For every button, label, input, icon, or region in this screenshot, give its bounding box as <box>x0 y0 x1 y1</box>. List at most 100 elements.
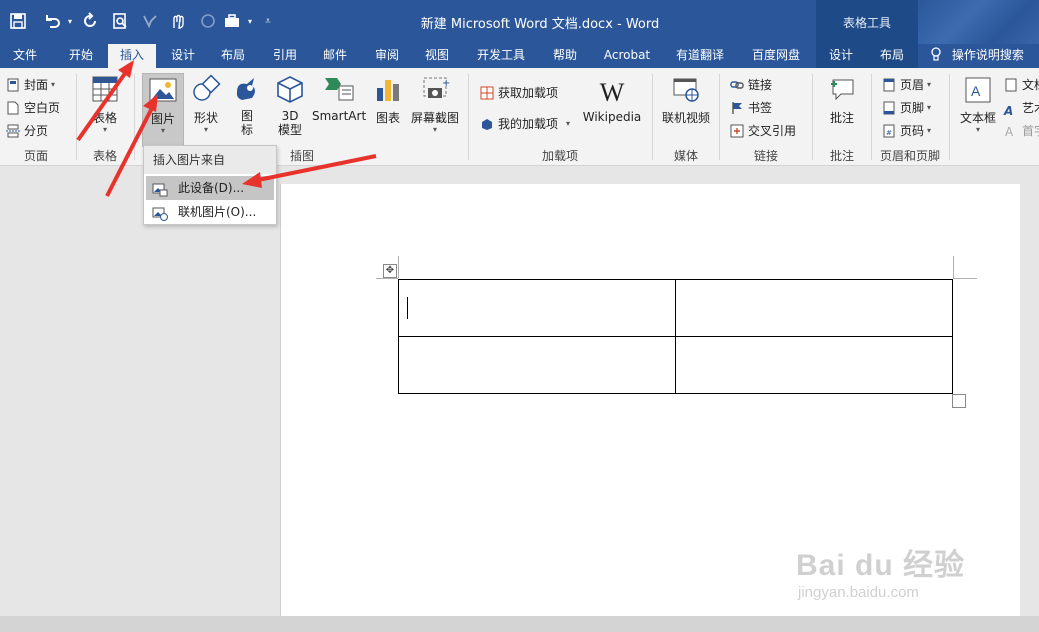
blank-page-icon <box>6 101 20 115</box>
3d-cube-icon <box>270 74 310 107</box>
watermark-brand: Bai du 经验 <box>796 549 966 582</box>
tab-acrobat[interactable]: Acrobat <box>598 44 656 68</box>
circle-shape-icon[interactable] <box>198 12 218 32</box>
smartart-button[interactable]: SmartArt <box>312 74 366 144</box>
table-move-handle-icon[interactable]: ✥ <box>383 264 397 278</box>
briefcase-icon[interactable] <box>222 12 242 32</box>
svg-text:+: + <box>442 78 450 89</box>
page-number-button[interactable]: # 页码 ▾ <box>882 121 931 141</box>
textbox-button[interactable]: A 文本框 ▾ <box>956 76 1000 146</box>
svg-text:A: A <box>1005 125 1014 138</box>
tab-file[interactable]: 文件 <box>0 44 50 68</box>
document-table[interactable] <box>398 279 953 394</box>
dropdown-header: 插入图片来自 <box>144 146 276 174</box>
format-painter-icon[interactable] <box>140 12 160 32</box>
header-button[interactable]: 页眉 ▾ <box>882 75 931 95</box>
margin-corner-mark <box>953 256 954 278</box>
ribbon-tab-row: 文件 开始 插入 设计 布局 引用 邮件 审阅 视图 开发工具 帮助 Acrob… <box>0 44 1039 68</box>
get-addins-button[interactable]: 获取加载项 <box>480 83 558 103</box>
wordart-button[interactable]: A 艺术 <box>1004 98 1039 118</box>
footer-icon <box>882 101 896 115</box>
touch-mode-icon[interactable] <box>168 12 188 32</box>
table-button[interactable]: 表格 ▾ <box>84 74 126 144</box>
group-label-comments: 批注 <box>829 149 854 163</box>
cover-page-button[interactable]: 封面 ▾ <box>6 75 55 95</box>
shapes-icon <box>188 74 224 107</box>
svg-text:A: A <box>971 83 981 99</box>
table-cell[interactable] <box>675 279 953 337</box>
table-row <box>398 279 953 337</box>
my-addins-icon <box>480 117 494 131</box>
3d-models-button[interactable]: 3D 模型 <box>270 74 310 146</box>
table-row <box>398 336 953 394</box>
icons-button[interactable]: 图 标 <box>230 74 264 146</box>
document-background-left <box>0 166 280 616</box>
cross-reference-icon <box>730 124 744 138</box>
margin-corner-mark <box>953 278 977 279</box>
redo-icon[interactable] <box>80 12 100 32</box>
page-number-icon: # <box>882 124 896 138</box>
tab-help[interactable]: 帮助 <box>542 44 588 68</box>
table-tools-label: 表格工具 <box>842 16 891 30</box>
quick-parts-button[interactable]: 文档 <box>1004 75 1039 95</box>
cover-page-icon <box>6 78 20 92</box>
pictures-button[interactable]: 图片 ▾ <box>142 73 184 147</box>
smartart-icon <box>312 74 366 107</box>
status-bar <box>0 616 1039 632</box>
table-cell[interactable] <box>675 336 953 394</box>
drop-cap-icon: A <box>1004 124 1018 139</box>
tab-table-design[interactable]: 设计 <box>816 44 866 68</box>
tab-baidu-netdisk[interactable]: 百度网盘 <box>744 44 808 68</box>
customize-qat-icon[interactable]: ⩡ <box>258 12 278 32</box>
tab-youdao-translate[interactable]: 有道翻译 <box>668 44 732 68</box>
this-device-icon <box>152 181 168 197</box>
print-preview-icon[interactable] <box>110 12 130 32</box>
tab-developer[interactable]: 开发工具 <box>470 44 532 68</box>
save-icon[interactable] <box>8 12 28 32</box>
screenshot-icon: + <box>408 74 462 107</box>
bookmark-button[interactable]: 书签 <box>730 98 772 118</box>
table-cell[interactable] <box>398 279 676 337</box>
tell-me-label: 操作说明搜索 <box>951 48 1024 62</box>
tab-home[interactable]: 开始 <box>56 44 106 68</box>
wikipedia-button[interactable]: W Wikipedia <box>580 78 644 140</box>
page-break-button[interactable]: 分页 <box>6 121 48 141</box>
shapes-button[interactable]: 形状 ▾ <box>188 74 224 144</box>
tab-references[interactable]: 引用 <box>262 44 308 68</box>
footer-button[interactable]: 页脚 ▾ <box>882 98 931 118</box>
tab-table-layout[interactable]: 布局 <box>866 44 918 68</box>
tell-me-search[interactable]: 操作说明搜索 <box>930 44 1024 68</box>
this-device-menu-item[interactable]: 此设备(D)... <box>146 176 274 200</box>
online-video-button[interactable]: 联机视频 <box>658 74 714 144</box>
comment-button[interactable]: 批注 <box>818 74 866 144</box>
online-pictures-icon <box>152 205 168 221</box>
table-cell[interactable] <box>398 336 676 394</box>
blank-page-button[interactable]: 空白页 <box>6 98 60 118</box>
bookmark-icon <box>730 101 744 115</box>
document-background-right <box>1020 166 1039 616</box>
wikipedia-icon: W <box>599 78 625 107</box>
briefcase-dropdown-icon[interactable]: ▾ <box>240 12 260 32</box>
quick-parts-icon <box>1004 78 1018 92</box>
group-label-links: 链接 <box>753 149 778 163</box>
chart-button[interactable]: 图表 <box>370 74 406 144</box>
tab-mailings[interactable]: 邮件 <box>312 44 358 68</box>
undo-icon[interactable] <box>42 12 62 32</box>
undo-dropdown-icon[interactable]: ▾ <box>60 12 80 32</box>
drop-cap-button[interactable]: A 首字 <box>1004 121 1039 141</box>
screenshot-button[interactable]: + 屏幕截图 ▾ <box>408 74 462 146</box>
link-button[interactable]: 链接 <box>730 75 772 95</box>
tab-design[interactable]: 设计 <box>160 44 206 68</box>
online-pictures-menu-item[interactable]: 联机图片(O)... <box>146 200 274 224</box>
watermark-url: jingyan.baidu.com <box>798 584 919 601</box>
tab-layout[interactable]: 布局 <box>210 44 256 68</box>
tab-view[interactable]: 视图 <box>414 44 460 68</box>
tab-insert[interactable]: 插入 <box>108 44 156 68</box>
textbox-icon: A <box>956 76 1000 107</box>
group-label-media: 媒体 <box>673 149 698 163</box>
tab-review[interactable]: 审阅 <box>364 44 410 68</box>
link-icon <box>730 78 744 92</box>
cross-reference-button[interactable]: 交叉引用 <box>730 121 796 141</box>
my-addins-button[interactable]: 我的加载项 ▾ <box>480 114 570 134</box>
table-resize-handle[interactable] <box>952 394 966 408</box>
